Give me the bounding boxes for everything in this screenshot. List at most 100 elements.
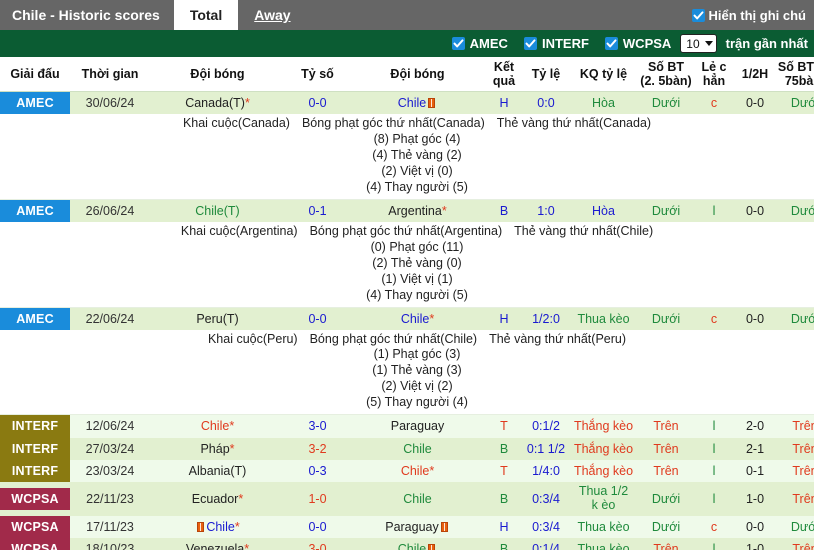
cell-odds: 1/4:0	[523, 460, 569, 483]
cell-away-team[interactable]: Chile	[350, 482, 485, 516]
cell-away-team[interactable]: Chile	[350, 437, 485, 460]
match-count-select[interactable]: 10	[680, 34, 717, 53]
away-star: *	[441, 203, 447, 218]
col-header-result[interactable]: Kết quả	[485, 57, 523, 92]
notes-headline: Khai cuộc(Peru) Bóng phạt góc thứ nhất(Ch…	[0, 332, 814, 346]
cell-score[interactable]: 3-0	[285, 414, 350, 438]
table-row[interactable]: WCPSA 17/11/23 Chile* 0-0 Paraguay H 0:3/4 Thua…	[0, 515, 814, 539]
cell-ou075: Dưới	[776, 307, 814, 330]
cell-home-team[interactable]: Canada(T)*	[150, 91, 285, 115]
col-header-time[interactable]: Thời gian	[70, 57, 150, 92]
table-row[interactable]: AMEC 26/06/24 Chile(T) 0-1 Argentina* B 1:0 Hòa…	[0, 199, 814, 223]
cell-score[interactable]: 0-3	[285, 460, 350, 483]
cell-ou25: Dưới	[638, 482, 694, 516]
filter-label-amec[interactable]: AMEC	[470, 36, 508, 51]
col-header-ou25[interactable]: Số BT (2. 5bàn)	[638, 57, 694, 92]
cell-ou25: Trên	[638, 414, 694, 438]
cell-league[interactable]: WCPSA	[0, 482, 70, 516]
away-team-name: Chile	[403, 441, 432, 456]
table-row[interactable]: INTERF 27/03/24 Pháp* 3-2 Chile B 0:1 1/2 Thắng…	[0, 437, 814, 460]
col-header-oddeven[interactable]: Lẻ c hẳn	[694, 57, 734, 92]
cell-home-team[interactable]: Chile*	[150, 414, 285, 438]
league-badge: INTERF	[0, 415, 70, 438]
table-row[interactable]: INTERF 12/06/24 Chile* 3-0 Paraguay T 0:1/2 Thắ…	[0, 414, 814, 438]
tab-away[interactable]: Away	[238, 0, 306, 30]
cell-result: B	[485, 437, 523, 460]
col-header-odds[interactable]: Tỷ lệ	[523, 57, 569, 92]
league-badge: AMEC	[0, 307, 70, 330]
table-row[interactable]: WCPSA 22/11/23 Ecuador* 1-0 Chile B 0:3/4 Thua …	[0, 482, 814, 516]
red-card-icon	[428, 544, 436, 550]
cell-league[interactable]: INTERF	[0, 414, 70, 438]
cell-home-team[interactable]: Chile*	[150, 515, 285, 539]
cell-away-team[interactable]: Paraguay	[350, 414, 485, 438]
notes-cell: Khai cuộc(Peru) Bóng phạt góc thứ nhất(Ch…	[0, 329, 814, 416]
tab-total[interactable]: Total	[173, 0, 239, 30]
cell-half-time: 2-0	[734, 414, 776, 438]
cell-away-team[interactable]: Argentina*	[350, 199, 485, 223]
cell-odds: 0:3/4	[523, 482, 569, 516]
filter-label-wcpsa[interactable]: WCPSA	[623, 36, 671, 51]
cell-home-team[interactable]: Venezuela*	[150, 538, 285, 550]
home-team-name: Chile(T)	[195, 203, 240, 218]
table-row[interactable]: AMEC 30/06/24 Canada(T)* 0-0 Chile H 0:0 Hòa Dướ…	[0, 91, 814, 115]
cell-away-team[interactable]: Chile*	[350, 307, 485, 330]
col-header-home[interactable]: Đội bóng	[150, 57, 285, 92]
notes-headline: Khai cuộc(Argentina) Bóng phạt góc thứ nh…	[0, 224, 814, 238]
cell-league[interactable]: WCPSA	[0, 515, 70, 539]
cell-score[interactable]: 0-0	[285, 91, 350, 115]
cell-home-team[interactable]: Ecuador*	[150, 482, 285, 516]
cell-date: 17/11/23	[70, 515, 150, 539]
cell-league[interactable]: AMEC	[0, 91, 70, 115]
table-row[interactable]: WCPSA 18/10/23 Venezuela* 3-0 Chile B 0:1/4 Thu…	[0, 538, 814, 550]
tab-away-label: Away	[254, 7, 291, 23]
col-header-league[interactable]: Giải đấu	[0, 57, 70, 92]
cell-odd-even: c	[694, 515, 734, 539]
cell-score[interactable]: 0-0	[285, 515, 350, 539]
checkbox-checked-icon[interactable]	[691, 8, 705, 22]
cell-odds: 0:1/2	[523, 414, 569, 438]
cell-ou25: Trên	[638, 538, 694, 550]
cell-home-team[interactable]: Pháp*	[150, 437, 285, 460]
cell-odd-even: l	[694, 414, 734, 438]
cell-score[interactable]: 1-0	[285, 482, 350, 516]
col-header-half[interactable]: 1/2H	[734, 57, 776, 92]
notes-stat-line: (4) Thay người (5)	[366, 179, 468, 194]
cell-ou25: Trên	[638, 437, 694, 460]
cell-score[interactable]: 0-1	[285, 199, 350, 223]
cell-league[interactable]: INTERF	[0, 437, 70, 460]
notes-head-item: Khai cuộc(Peru)	[207, 331, 298, 346]
cell-league[interactable]: AMEC	[0, 307, 70, 330]
cell-score[interactable]: 3-2	[285, 437, 350, 460]
cell-league[interactable]: INTERF	[0, 460, 70, 483]
cell-home-team[interactable]: Peru(T)	[150, 307, 285, 330]
table-row[interactable]: AMEC 22/06/24 Peru(T) 0-0 Chile* H 1/2:0 Thua k…	[0, 307, 814, 330]
checkbox-checked-icon-wcpsa[interactable]	[604, 37, 618, 50]
checkbox-checked-icon-interf[interactable]	[523, 37, 537, 50]
checkbox-checked-icon-amec[interactable]	[451, 37, 465, 50]
table-row[interactable]: INTERF 23/03/24 Albania(T) 0-3 Chile* T 1/4:0 T…	[0, 460, 814, 483]
cell-score[interactable]: 3-0	[285, 538, 350, 550]
cell-away-team[interactable]: Chile*	[350, 460, 485, 483]
cell-league[interactable]: WCPSA	[0, 538, 70, 550]
notes-head-item: Khai cuộc(Canada)	[182, 116, 290, 131]
cell-odds-result: Thua kèo	[569, 515, 638, 539]
col-header-odds-result[interactable]: KQ tỷ lệ	[569, 57, 638, 92]
col-header-away[interactable]: Đội bóng	[350, 57, 485, 92]
col-header-score[interactable]: Tỷ số	[285, 57, 350, 92]
cell-odds: 0:1 1/2	[523, 437, 569, 460]
cell-score[interactable]: 0-0	[285, 307, 350, 330]
home-team-name: Chile	[200, 419, 230, 434]
cell-home-team[interactable]: Chile(T)	[150, 199, 285, 223]
cell-away-team[interactable]: Chile	[350, 91, 485, 115]
cell-away-team[interactable]: Paraguay	[350, 515, 485, 539]
notes-cell: Khai cuộc(Argentina) Bóng phạt góc thứ nh…	[0, 222, 814, 308]
show-notes-toggle[interactable]: Hiển thị ghi chú	[691, 0, 814, 30]
cell-home-team[interactable]: Albania(T)	[150, 460, 285, 483]
col-header-ou075[interactable]: Số BT (0. 75bàn)	[776, 57, 814, 92]
cell-result: B	[485, 538, 523, 550]
cell-away-team[interactable]: Chile	[350, 538, 485, 550]
cell-league[interactable]: AMEC	[0, 199, 70, 223]
filter-label-interf[interactable]: INTERF	[542, 36, 589, 51]
cell-odd-even: l	[694, 538, 734, 550]
